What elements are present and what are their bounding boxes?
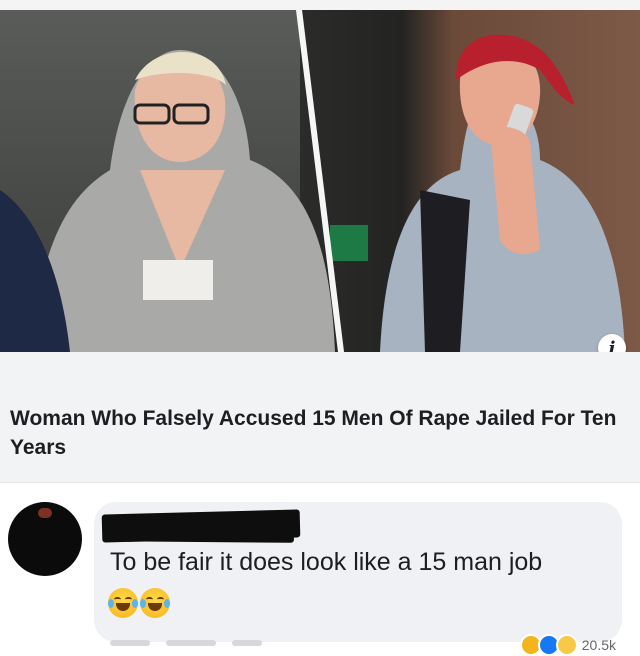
reaction-count: 20.5k (581, 637, 616, 653)
top-strip (0, 0, 640, 10)
like-action[interactable] (110, 640, 150, 646)
wow-reaction-icon (555, 634, 578, 656)
comment-text: To be fair it does look like a 15 man jo… (110, 548, 543, 576)
comment-actions[interactable] (110, 640, 310, 648)
link-preview-image[interactable] (0, 10, 640, 352)
link-caption[interactable]: Woman Who Falsely Accused 15 Men Of Rape… (0, 352, 640, 483)
avatar[interactable] (8, 502, 82, 576)
redacted-name-overlay (107, 519, 295, 543)
avatar-detail (38, 508, 52, 518)
laughing-tears-emoji-icon (140, 588, 170, 618)
emoji-row (108, 588, 170, 618)
reply-action[interactable] (166, 640, 216, 646)
laughing-tears-emoji-icon (108, 588, 138, 618)
reaction-summary[interactable]: 20.5k (519, 634, 616, 656)
headline[interactable]: Woman Who Falsely Accused 15 Men Of Rape… (10, 404, 630, 462)
comment-bubble: To be fair it does look like a 15 man jo… (94, 502, 622, 642)
timestamp (232, 640, 262, 646)
